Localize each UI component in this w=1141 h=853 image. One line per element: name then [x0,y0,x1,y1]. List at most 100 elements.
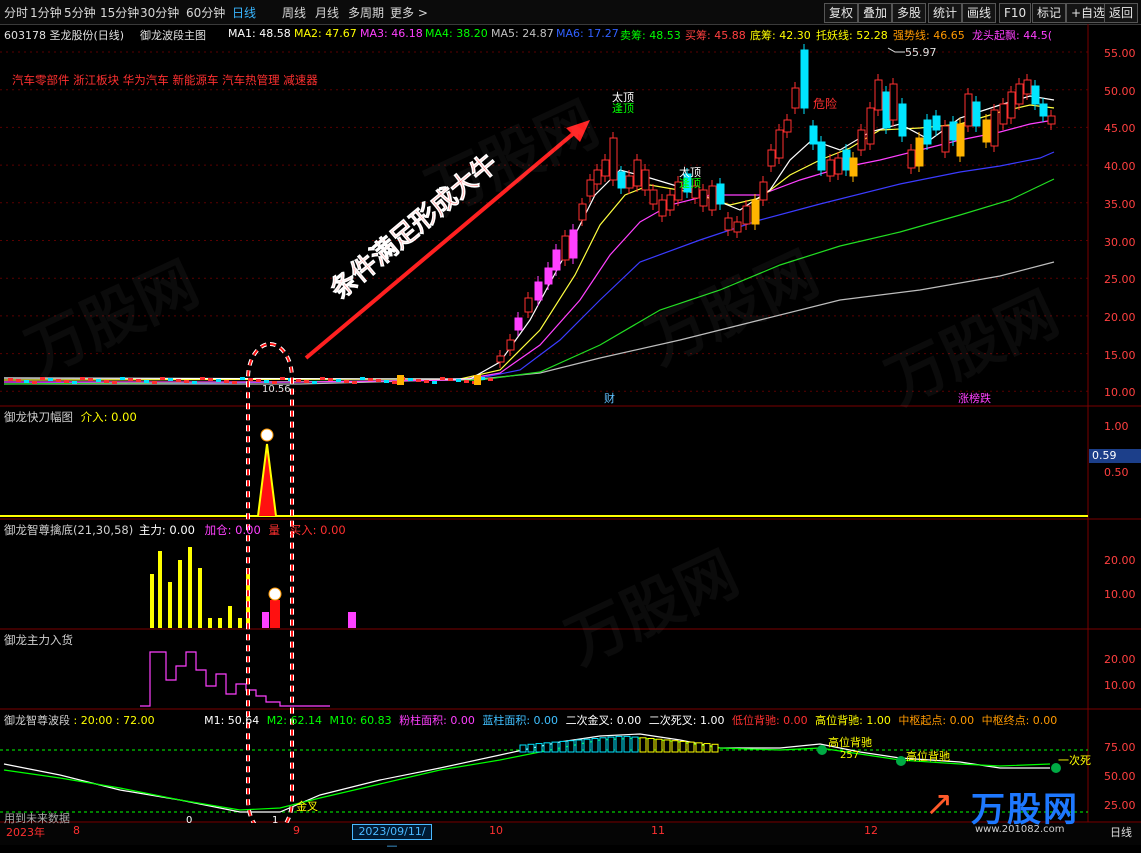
pane5-bar [519,744,527,753]
candle [578,203,587,221]
price-axis-label: 25.00 [1104,273,1136,287]
pane4-name[interactable]: 御龙主力入货 [4,633,73,647]
pane3-jiacang: 加仓: 0.00 [204,523,261,537]
price-axis-label: 30.00 [1104,235,1136,249]
candle [849,157,858,177]
candle [136,379,141,382]
candle [176,379,181,382]
price-axis-label: 20.00 [1104,310,1136,324]
pane3-name[interactable]: 御龙智尊擒底(21,30,58) [4,523,133,537]
candle [432,381,437,384]
candle [104,380,109,383]
pane2-name[interactable]: 御龙快刀幅图 [4,410,73,424]
volume-bar [348,612,356,628]
month-label: 12 [864,824,878,837]
moneybag-icon [260,428,274,442]
candle [296,379,301,382]
candle [982,119,991,143]
candle [184,380,189,383]
pane5-fen: 粉柱面积: 0.00 [399,714,475,727]
pane5-erjin: 二次金叉: 0.00 [565,714,642,727]
pane5-m1-line [3,733,1050,813]
candle [192,381,197,384]
candle [724,217,733,231]
year-label: 2023年 [6,826,45,839]
pane3-mairu: 买入: 0.00 [289,523,346,537]
candle [1039,103,1048,117]
candle [609,137,618,181]
candle [1031,85,1040,105]
candle [552,249,561,271]
candle [304,380,309,383]
candle [144,380,149,383]
candle [280,377,285,380]
candle [96,379,101,382]
pane5-m1: M1: 50.64 [204,714,260,727]
candle [72,381,77,384]
pane5-bar [663,739,671,753]
candle [972,101,981,127]
candle [866,107,875,145]
volume-bar [246,568,250,628]
volume-bar [188,547,192,628]
candle [733,221,742,233]
candle [112,381,117,384]
volume-bar [168,582,172,628]
candle [641,169,650,191]
pane5-bar [583,738,591,753]
candle [826,159,835,177]
candle [1015,83,1024,105]
candle [506,339,515,351]
candle [990,109,999,147]
pane5-bar [679,740,687,753]
candle [999,103,1008,125]
pane4-axis-1: 20.00 [1104,653,1136,666]
candle [360,377,365,380]
candle [666,194,675,211]
candle [424,380,429,383]
pane5-name[interactable]: 御龙智尊波段 [4,714,70,727]
pane2-title: 御龙快刀幅图 介入: 0.00 [4,409,137,425]
candle [514,317,523,331]
candle [440,377,445,380]
candle [464,380,469,383]
candle [889,83,898,121]
month-label: 8 [73,824,80,837]
pane5-bar [647,738,655,753]
candle [834,157,843,175]
pane5-bar [615,735,623,753]
pane5-bar [607,736,615,753]
candle [708,185,717,211]
candle [397,375,404,385]
logo-site: www.201082.com [975,824,1065,835]
candle [448,378,453,381]
candle [625,175,634,189]
low-price: 10.56 [262,384,291,395]
pane5-bar [655,738,663,753]
price-axis-label: 40.00 [1104,160,1136,174]
pane2-value: 介入: 0.00 [80,410,137,424]
pane5-bar [711,743,719,753]
pane2-axis-2: 0.50 [1104,466,1129,479]
volume-bar [262,612,269,628]
pane2-axis-1: 1.00 [1104,420,1129,433]
price-axis-label: 50.00 [1104,84,1136,98]
pane5-bar [631,736,639,753]
gaowei-label: 高位背驰 [906,749,950,763]
candle [524,297,533,313]
candle [168,378,173,381]
pane5-axis-1: 75.00 [1104,741,1136,754]
candle [1023,79,1032,95]
candle [561,235,570,261]
candle [932,115,941,131]
candle [544,267,553,285]
price-axis-label: 10.00 [1104,386,1136,400]
candle [586,179,595,197]
volume-bar [228,606,232,628]
candle [716,183,725,205]
volume-bar [198,568,202,628]
candle [152,381,157,384]
pane5-bar [527,743,535,753]
pane2-spike [258,444,276,516]
candle [1007,91,1016,119]
